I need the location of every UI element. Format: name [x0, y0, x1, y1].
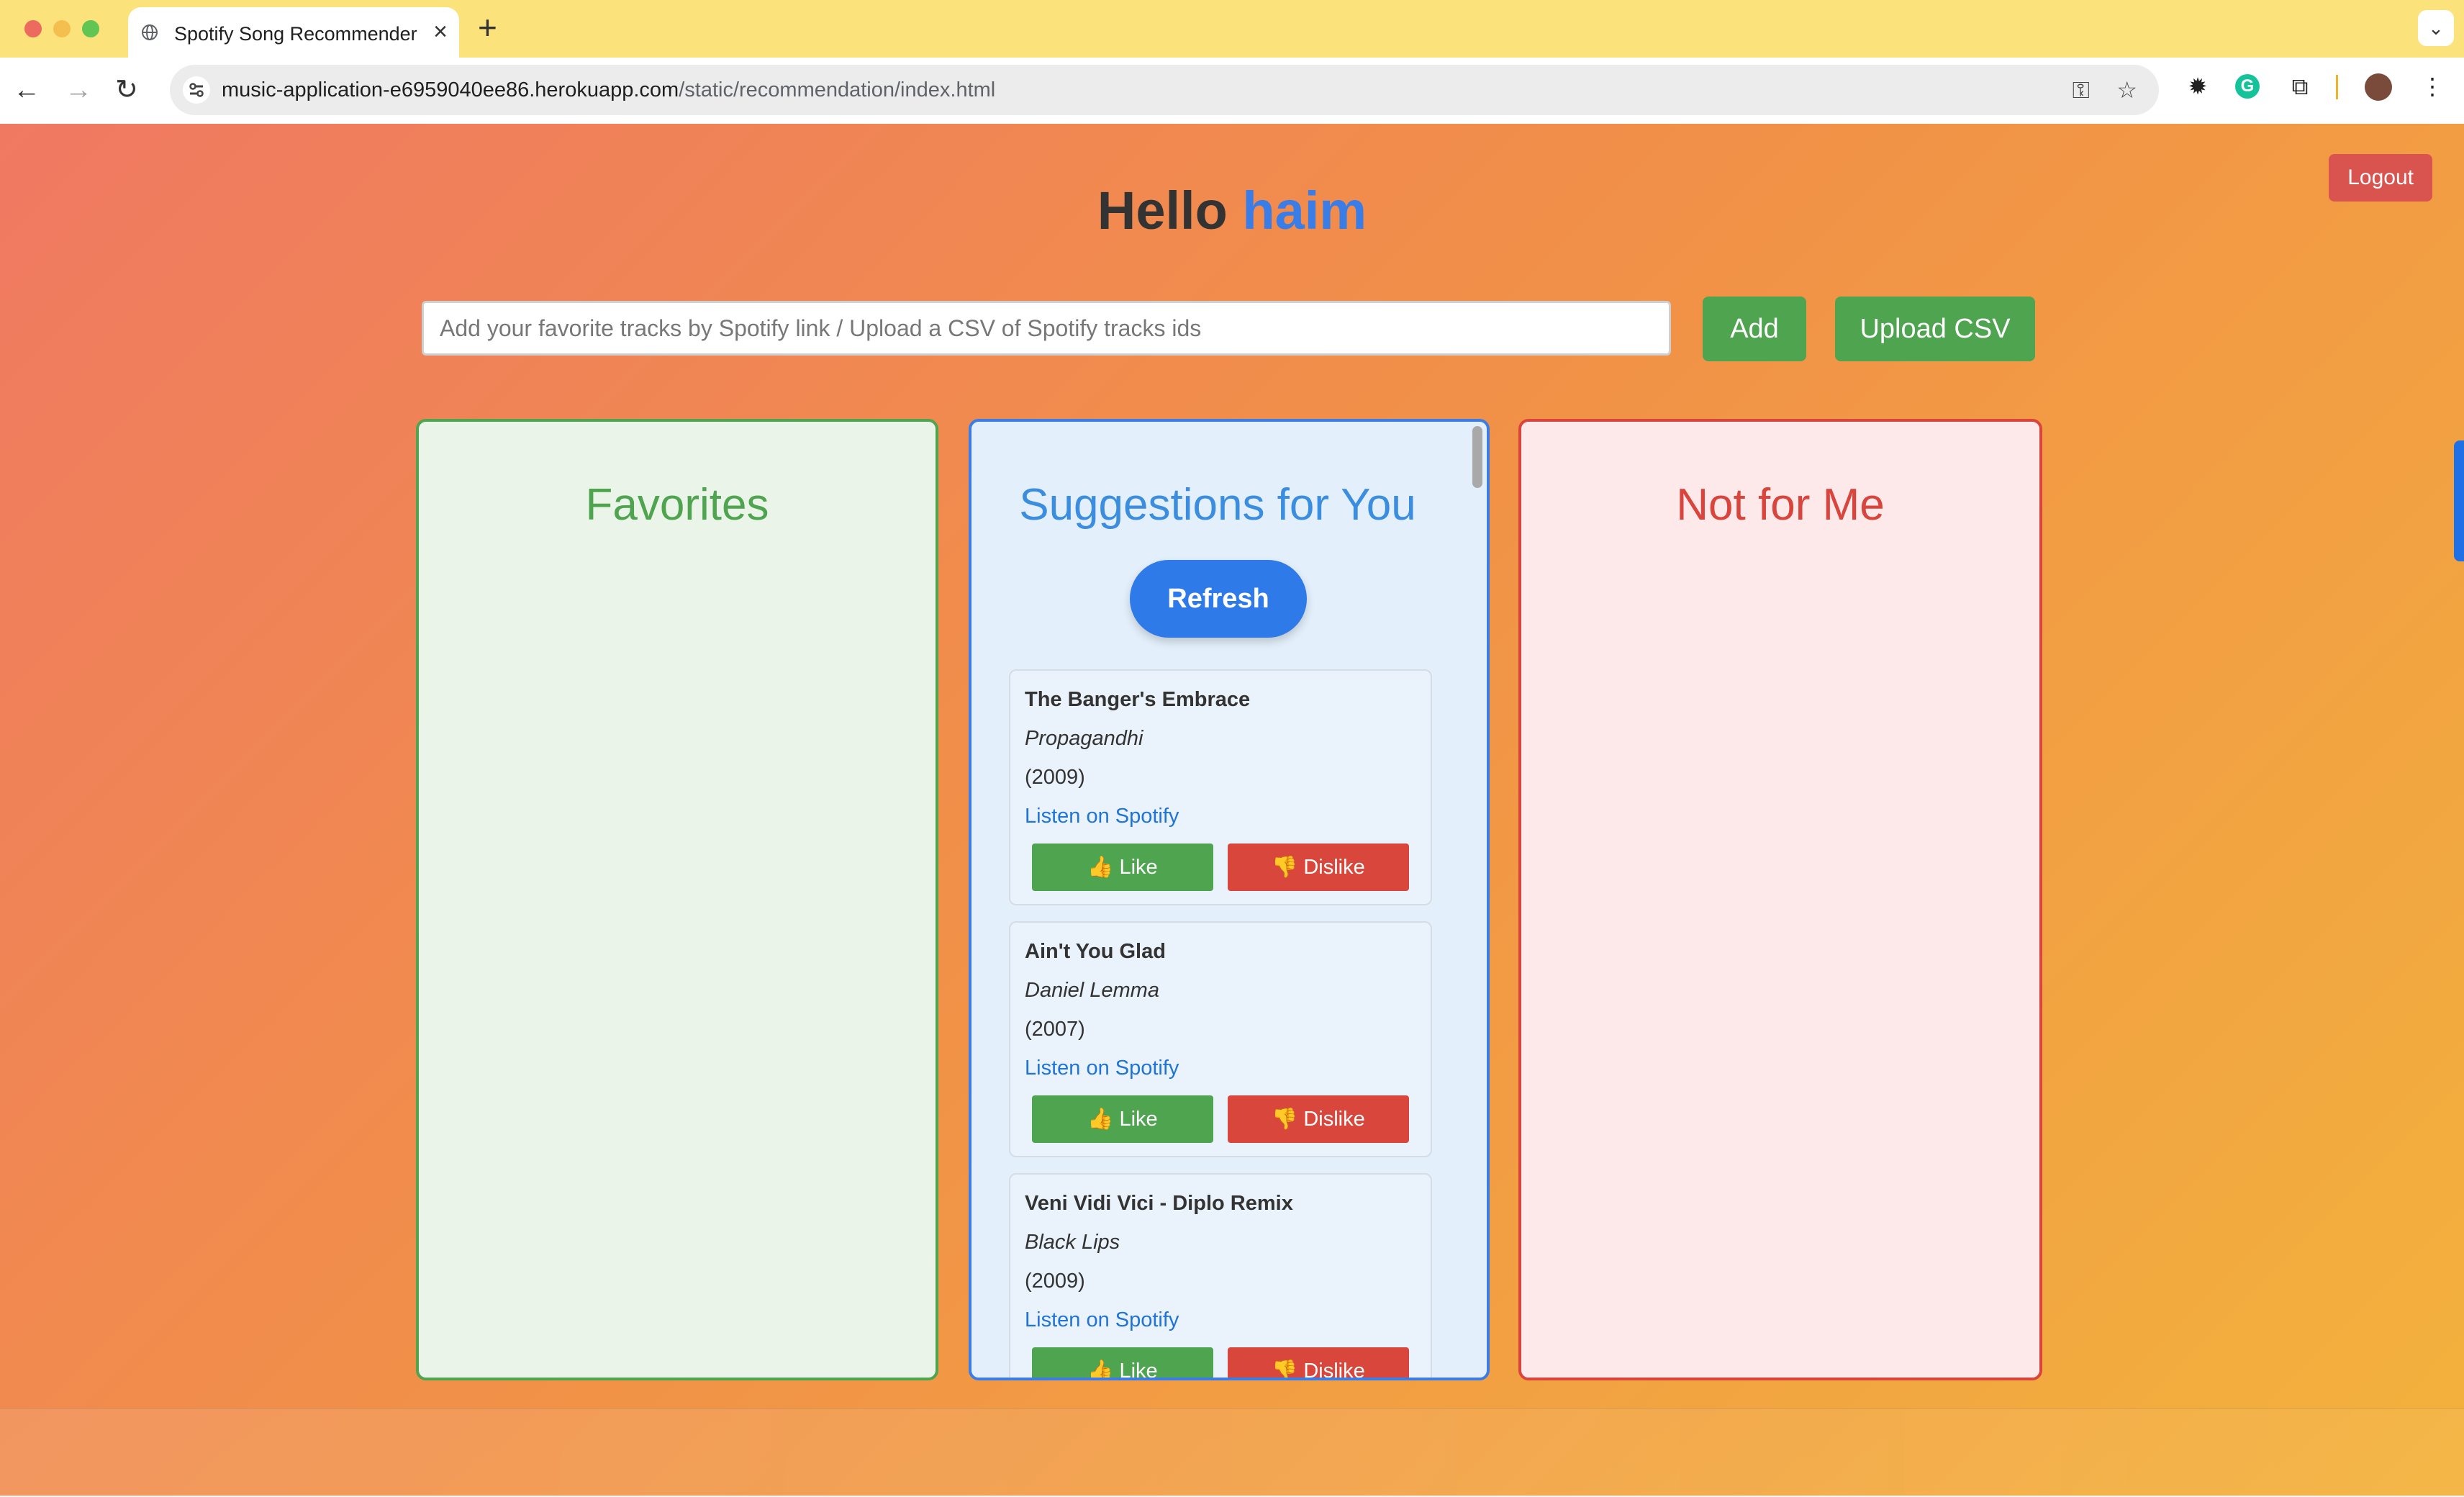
upload-csv-button[interactable]: Upload CSV [1835, 297, 2035, 361]
profile-avatar[interactable] [2365, 73, 2392, 101]
listen-on-spotify-link[interactable]: Listen on Spotify [1025, 805, 1179, 828]
page-title: Hello haim [0, 180, 2464, 241]
track-year: (2007) [1025, 1018, 1085, 1041]
suggestions-panel: Suggestions for You Refresh The Banger's… [969, 419, 1490, 1380]
close-window-button[interactable] [24, 20, 42, 37]
like-button[interactable]: 👍 Like [1032, 1347, 1213, 1380]
side-scroll-indicator[interactable] [2454, 440, 2464, 561]
url-text: music-application-e6959040ee86.herokuapp… [222, 78, 996, 101]
site-info-icon[interactable] [183, 76, 210, 104]
thumbs-up-icon: 👍 [1087, 1108, 1114, 1131]
track-card: Veni Vidi Vici - Diplo Remix Black Lips … [1009, 1173, 1432, 1380]
reload-icon[interactable]: ↻ [115, 73, 138, 107]
new-tab-icon[interactable]: + [478, 11, 497, 44]
listen-on-spotify-link[interactable]: Listen on Spotify [1025, 1308, 1179, 1332]
track-link-input[interactable] [422, 301, 1671, 356]
thumbs-up-icon: 👍 [1087, 856, 1114, 879]
thumbs-down-icon: 👎 [1272, 1360, 1298, 1380]
bookmark-star-icon[interactable]: ☆ [2116, 75, 2137, 105]
track-card: Ain't You Glad Daniel Lemma (2007) Liste… [1009, 921, 1432, 1157]
listen-on-spotify-link[interactable]: Listen on Spotify [1025, 1057, 1179, 1080]
dislike-button[interactable]: 👎 Dislike [1228, 844, 1409, 891]
tab-title: Spotify Song Recommender [174, 23, 417, 45]
address-bar[interactable]: music-application-e6959040ee86.herokuapp… [170, 65, 2159, 115]
greeting-prefix: Hello [1097, 181, 1228, 240]
track-year: (2009) [1025, 1270, 1085, 1293]
track-artist: Propagandhi [1025, 727, 1143, 750]
track-title: Veni Vidi Vici - Diplo Remix [1025, 1192, 1293, 1215]
page-footer-area [0, 1408, 2464, 1497]
suggestions-title: Suggestions for You [1019, 480, 1416, 530]
browser-tab-strip: Spotify Song Recommender × + ⌄ [0, 0, 2464, 58]
browser-tab-active[interactable]: Spotify Song Recommender × [128, 7, 459, 58]
add-button[interactable]: Add [1703, 297, 1806, 361]
track-title: The Banger's Embrace [1025, 688, 1251, 711]
username: haim [1242, 181, 1367, 240]
thumbs-down-icon: 👎 [1272, 856, 1298, 879]
track-year: (2009) [1025, 766, 1085, 789]
dislike-button[interactable]: 👎 Dislike [1228, 1347, 1409, 1380]
like-button[interactable]: 👍 Like [1032, 1095, 1213, 1143]
browser-toolbar: ← → ↻ music-application-e6959040ee86.her… [0, 58, 2464, 124]
globe-icon [142, 24, 158, 40]
refresh-button[interactable]: Refresh [1130, 560, 1307, 638]
back-arrow-icon[interactable]: ← [13, 73, 40, 107]
not-for-me-title: Not for Me [1676, 480, 1885, 530]
track-card: The Banger's Embrace Propagandhi (2009) … [1009, 669, 1432, 905]
page-content: Logout Hello haim Add Upload CSV Favorit… [0, 124, 2464, 1497]
maximize-window-button[interactable] [82, 20, 99, 37]
thumbs-up-icon: 👍 [1087, 1360, 1114, 1380]
track-title: Ain't You Glad [1025, 940, 1166, 963]
extension-sun-icon[interactable]: ✹ [2183, 72, 2212, 101]
not-for-me-panel: Not for Me [1518, 419, 2042, 1380]
forward-arrow-icon[interactable]: → [65, 73, 92, 107]
toolbar-divider [2336, 75, 2338, 99]
track-artist: Black Lips [1025, 1231, 1120, 1254]
tab-search-chevron-icon[interactable]: ⌄ [2418, 10, 2454, 46]
browser-menu-icon[interactable]: ⋮ [2418, 72, 2447, 101]
like-button[interactable]: 👍 Like [1032, 844, 1213, 891]
thumbs-down-icon: 👎 [1272, 1108, 1298, 1131]
close-tab-icon[interactable]: × [433, 19, 448, 44]
track-artist: Daniel Lemma [1025, 979, 1159, 1002]
favorites-title: Favorites [585, 480, 769, 530]
favorites-panel: Favorites [416, 419, 938, 1380]
grammarly-icon[interactable]: G [2235, 74, 2260, 99]
extensions-puzzle-icon[interactable]: ⧉ [2286, 72, 2314, 101]
password-key-icon[interactable]: ⚿ [2073, 75, 2090, 105]
dislike-button[interactable]: 👎 Dislike [1228, 1095, 1409, 1143]
minimize-window-button[interactable] [53, 20, 71, 37]
